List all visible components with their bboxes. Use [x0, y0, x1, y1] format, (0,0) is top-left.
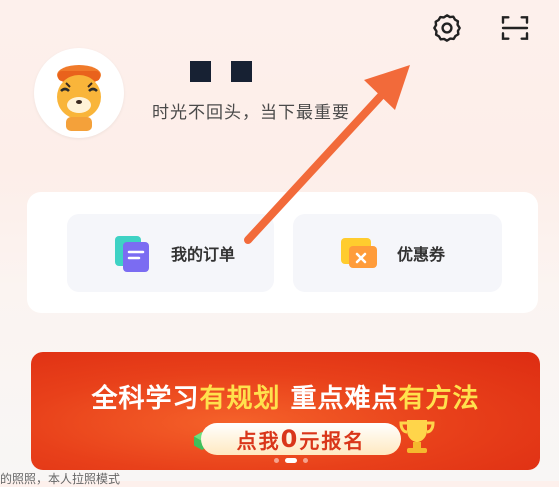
avatar[interactable]: [34, 48, 124, 138]
nickname-block: [190, 61, 211, 82]
banner-title-part: 全科学习: [91, 384, 200, 414]
banner-title-highlight: 有方法: [398, 384, 480, 414]
top-toolbar: [419, 8, 559, 48]
signup-price: 0: [280, 425, 300, 453]
coupons-label: 优惠券: [397, 245, 446, 264]
scan-icon[interactable]: [497, 10, 533, 46]
pager-dot[interactable]: [274, 458, 279, 463]
nickname-block: [231, 61, 252, 82]
gear-icon[interactable]: [429, 10, 465, 46]
nickname-masked: [190, 61, 252, 82]
promo-banner[interactable]: 全科学习有规划 重点难点有方法 点我 0 元报名: [31, 352, 540, 470]
tiger-avatar-icon: [57, 65, 101, 131]
signup-prefix: 点我: [236, 428, 281, 453]
banner-title-highlight: 有规划: [199, 384, 281, 414]
signup-suffix: 元报名: [299, 428, 366, 453]
trophy-icon: [397, 414, 437, 460]
profile-motto: 时光不回头，当下最重要: [152, 103, 350, 123]
banner-pager: [274, 458, 308, 463]
my-orders-label: 我的订单: [171, 245, 236, 264]
quick-entry-card: 我的订单 优惠券: [27, 192, 538, 313]
banner-title: 全科学习有规划 重点难点有方法: [31, 378, 540, 415]
pager-dot[interactable]: [303, 458, 308, 463]
orders-icon: [109, 230, 155, 276]
signup-button[interactable]: 点我 0 元报名: [201, 423, 401, 455]
coupons-button[interactable]: 优惠券: [293, 214, 502, 292]
coupon-icon: [335, 230, 381, 276]
pager-dot-active[interactable]: [285, 458, 297, 463]
banner-title-part: 重点难点: [280, 384, 399, 414]
my-orders-button[interactable]: 我的订单: [67, 214, 274, 292]
footer-partial-text: 的照照，本人拉照模式: [0, 472, 121, 486]
